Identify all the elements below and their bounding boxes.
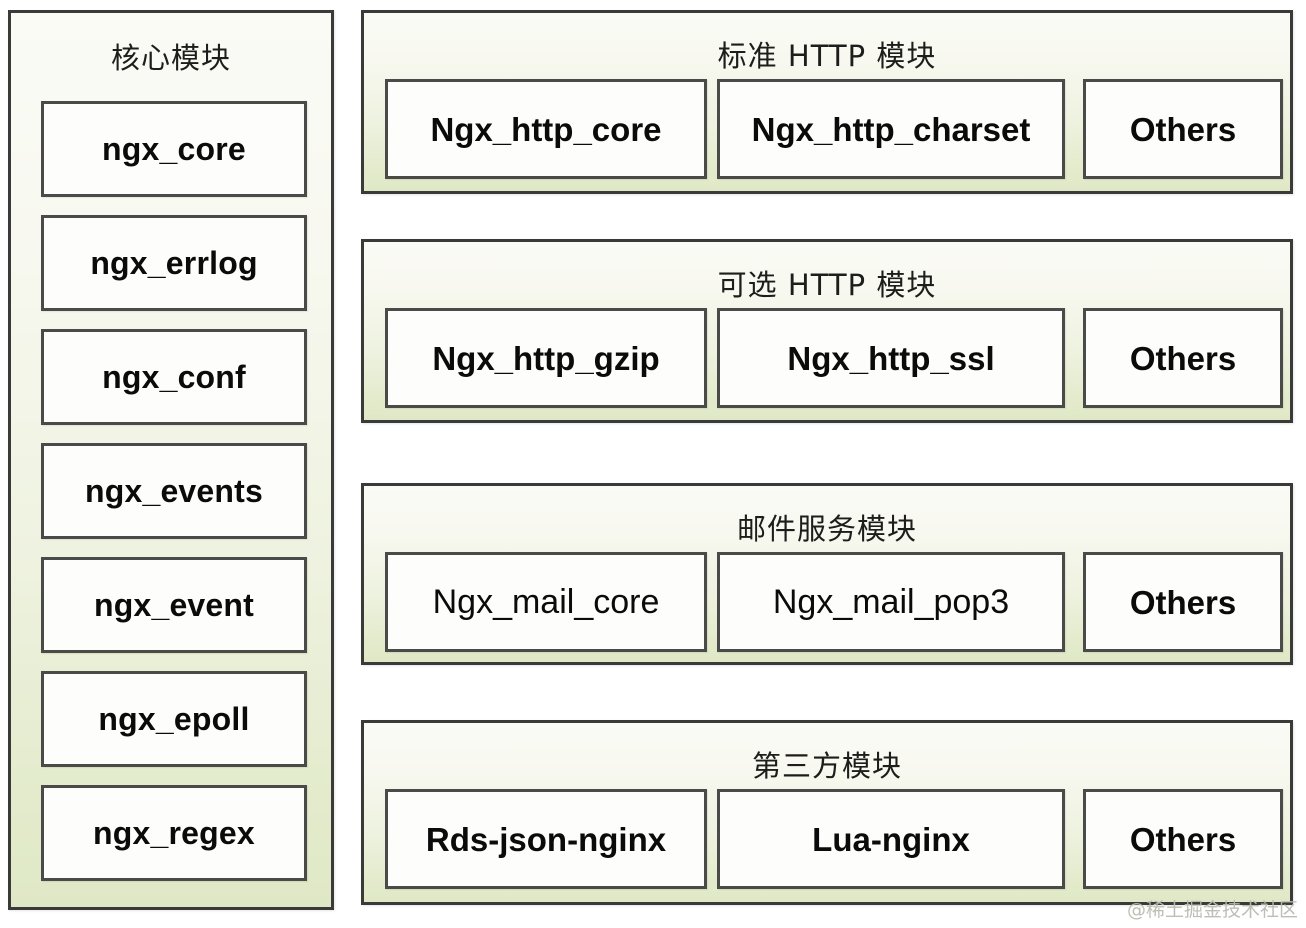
module-box-ngx-mail-pop3: Ngx_mail_pop3 (717, 552, 1065, 652)
module-box-ngx-errlog: ngx_errlog (41, 215, 307, 311)
module-label: ngx_conf (102, 359, 246, 395)
module-box-rds-json-nginx: Rds-json-nginx (385, 789, 707, 889)
mail-service-modules-panel-title: 邮件服务模块 (736, 512, 917, 546)
module-box-others-standard-http: Others (1083, 79, 1283, 179)
module-label: Others (1129, 339, 1237, 377)
third-party-modules-panel-title: 第三方模块 (751, 749, 902, 783)
module-box-ngx-epoll: ngx_epoll (41, 671, 307, 767)
module-label: Ngx_http_gzip (432, 339, 660, 377)
module-box-ngx-regex: ngx_regex (41, 785, 307, 881)
module-label: Lua-nginx (812, 820, 970, 858)
module-box-ngx-http-ssl: Ngx_http_ssl (717, 308, 1065, 408)
standard-http-modules-panel-title: 标准 HTTP 模块 (717, 39, 937, 73)
module-box-ngx-events: ngx_events (41, 443, 307, 539)
module-label: Ngx_http_ssl (787, 339, 995, 377)
module-box-others-mail-service: Others (1083, 552, 1283, 652)
module-box-ngx-http-gzip: Ngx_http_gzip (385, 308, 707, 408)
module-box-ngx-http-charset: Ngx_http_charset (717, 79, 1065, 179)
module-label: Others (1129, 820, 1237, 858)
module-label: Ngx_mail_pop3 (772, 583, 1010, 621)
mail-service-modules-panel: 邮件服务模块 Ngx_mail_core Ngx_mail_pop3 Other… (361, 483, 1293, 665)
module-label: Ngx_http_core (430, 110, 662, 148)
module-label: Rds-json-nginx (425, 820, 667, 858)
module-label: ngx_core (102, 131, 246, 167)
module-box-others-optional-http: Others (1083, 308, 1283, 408)
module-box-ngx-event: ngx_event (41, 557, 307, 653)
module-label: ngx_event (93, 587, 255, 623)
module-label: Others (1129, 583, 1237, 621)
core-modules-panel: 核心模块 ngx_core ngx_errlog ngx_conf ngx_ev… (8, 10, 334, 910)
module-label: ngx_errlog (90, 245, 258, 281)
optional-http-modules-panel: 可选 HTTP 模块 Ngx_http_gzip Ngx_http_ssl Ot… (361, 239, 1293, 423)
module-label: ngx_epoll (98, 701, 250, 737)
standard-http-modules-panel: 标准 HTTP 模块 Ngx_http_core Ngx_http_charse… (361, 10, 1293, 194)
third-party-modules-panel: 第三方模块 Rds-json-nginx Lua-nginx Others (361, 720, 1293, 905)
module-box-ngx-mail-core: Ngx_mail_core (385, 552, 707, 652)
module-box-ngx-http-core: Ngx_http_core (385, 79, 707, 179)
module-box-ngx-conf: ngx_conf (41, 329, 307, 425)
core-modules-panel-title: 核心模块 (110, 41, 231, 75)
optional-http-modules-panel-title: 可选 HTTP 模块 (717, 268, 937, 302)
module-box-ngx-core: ngx_core (41, 101, 307, 197)
module-label: Ngx_http_charset (751, 110, 1031, 148)
module-box-lua-nginx: Lua-nginx (717, 789, 1065, 889)
diagram-canvas: 核心模块 ngx_core ngx_errlog ngx_conf ngx_ev… (0, 0, 1306, 928)
module-box-others-third-party: Others (1083, 789, 1283, 889)
module-label: Ngx_mail_core (432, 583, 660, 621)
module-label: ngx_regex (93, 815, 255, 851)
module-label: ngx_events (84, 473, 264, 509)
module-label: Others (1129, 110, 1237, 148)
watermark-text: @稀土掘金技术社区 (1126, 899, 1298, 921)
